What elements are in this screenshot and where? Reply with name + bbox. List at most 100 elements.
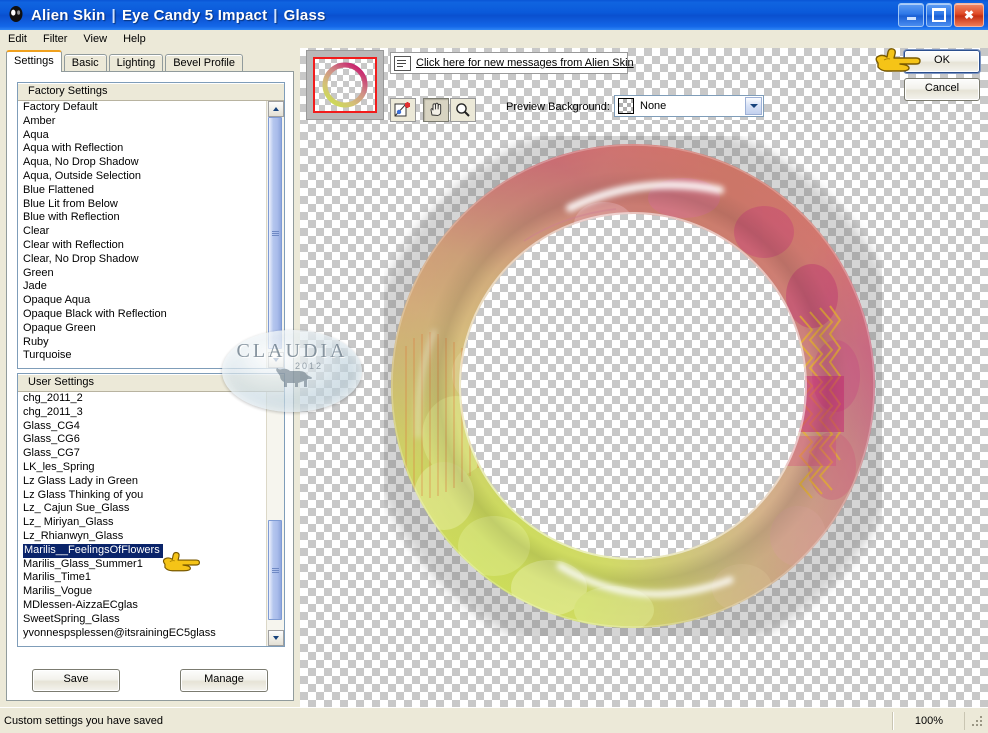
list-item[interactable]: Aqua — [18, 129, 267, 143]
preview-toolbar — [390, 98, 477, 122]
tab-settings[interactable]: Settings — [6, 50, 62, 72]
list-item[interactable]: Opaque Black with Reflection — [18, 308, 267, 322]
list-item[interactable]: Opaque Aqua — [18, 294, 267, 308]
list-item[interactable]: Amber — [18, 115, 267, 129]
list-item[interactable]: Clear with Reflection — [18, 239, 267, 253]
factory-settings-items[interactable]: Factory Default Amber Aqua Aqua with Ref… — [18, 101, 267, 368]
minimize-icon — [906, 17, 916, 20]
chevron-down-icon — [272, 636, 279, 640]
list-item[interactable]: chg_2011_2 — [18, 392, 267, 406]
list-item[interactable]: Aqua, Outside Selection — [18, 170, 267, 184]
user-settings-items[interactable]: chg_2011_2 chg_2011_3 Glass_CG4 Glass_CG… — [18, 392, 267, 646]
edit-image-tool-button[interactable] — [390, 98, 416, 122]
hand-icon — [430, 102, 442, 116]
title-bar: Alien Skin | Eye Candy 5 Impact | Glass ✖ — [0, 0, 988, 31]
list-item[interactable]: Lz Glass Thinking of you — [18, 489, 267, 503]
combo-dropdown-button[interactable] — [745, 97, 762, 115]
scroll-track[interactable] — [267, 117, 284, 352]
preview-background-combo[interactable]: None — [614, 95, 764, 117]
maximize-button[interactable] — [926, 3, 952, 27]
list-item[interactable]: Jade — [18, 280, 267, 294]
scroll-track[interactable] — [267, 392, 284, 630]
list-item[interactable]: MDlessen-AizzaECglas — [18, 599, 267, 613]
list-item[interactable]: Ruby — [18, 336, 267, 350]
grip-icon — [271, 230, 279, 237]
list-item[interactable]: Glass_CG6 — [18, 433, 267, 447]
pan-hand-tool-button[interactable] — [423, 98, 449, 122]
chevron-down-icon — [272, 358, 279, 362]
list-item[interactable]: Factory Default — [18, 101, 267, 115]
menu-item-filter[interactable]: Filter — [35, 32, 75, 46]
tab-basic[interactable]: Basic — [63, 54, 107, 72]
glass-ring-preview — [363, 124, 911, 666]
manage-button[interactable]: Manage — [180, 669, 268, 692]
list-item[interactable]: Clear, No Drop Shadow — [18, 253, 267, 267]
list-item[interactable]: yvonnespsplessen@itsrainingEC5glass — [18, 627, 267, 641]
list-item[interactable]: Glass_CG7 — [18, 447, 267, 461]
factory-settings-scrollbar[interactable] — [266, 101, 284, 368]
application-window: Alien Skin | Eye Candy 5 Impact | Glass ✖ Ed… — [0, 0, 988, 733]
edit-image-icon — [394, 102, 410, 117]
magnifier-icon — [456, 103, 470, 117]
transparent-swatch-icon — [618, 98, 634, 114]
list-item[interactable]: Marilis_Vogue — [18, 585, 267, 599]
list-item-selected[interactable]: Marilis__FeelingsOfFlowers — [23, 543, 163, 558]
list-item[interactable]: Turquoise — [18, 349, 267, 363]
list-item[interactable]: Opaque Green — [18, 322, 267, 336]
scroll-up-button[interactable] — [267, 101, 284, 117]
message-link-text[interactable]: Click here for new messages from Alien S… — [416, 57, 634, 69]
list-item[interactable]: chg_2011_3 — [18, 406, 267, 420]
status-zoom-level: 100% — [893, 711, 965, 730]
title-part-effect: Glass — [283, 6, 326, 24]
list-item[interactable]: Marilis_Glass_Summer1 — [18, 558, 267, 572]
list-item[interactable]: Glass_CG4 — [18, 420, 267, 434]
grip-icon — [271, 567, 279, 574]
list-item[interactable]: Blue Lit from Below — [18, 198, 267, 212]
cancel-button[interactable]: Cancel — [904, 78, 980, 101]
list-item[interactable]: SweetSpring_Glass — [18, 613, 267, 627]
list-item[interactable]: LK_les_Spring — [18, 461, 267, 475]
tab-lighting[interactable]: Lighting — [108, 54, 164, 72]
scroll-down-button[interactable] — [267, 352, 284, 368]
list-item[interactable]: Blue with Reflection — [18, 211, 267, 225]
list-item[interactable]: Green — [18, 267, 267, 281]
list-item[interactable]: Lz_ Miriyan_Glass — [18, 516, 267, 530]
menu-item-view[interactable]: View — [75, 32, 115, 46]
preview-background-value: None — [640, 100, 667, 112]
scroll-thumb[interactable] — [268, 117, 282, 349]
tab-bevel-profile[interactable]: Bevel Profile — [165, 54, 243, 72]
list-item-selected-wrapper[interactable]: Marilis__FeelingsOfFlowers — [18, 543, 267, 558]
save-button[interactable]: Save — [32, 669, 120, 692]
minimize-button[interactable] — [898, 3, 924, 27]
user-settings-scrollbar[interactable] — [266, 392, 284, 646]
menu-item-help[interactable]: Help — [115, 32, 154, 46]
preview-background-label: Preview Background: — [506, 101, 610, 113]
alien-head-icon — [5, 4, 27, 26]
alien-skin-message-bar[interactable]: Click here for new messages from Alien S… — [390, 52, 634, 74]
preview-canvas[interactable] — [300, 124, 988, 708]
title-separator-1: | — [111, 6, 116, 24]
list-item[interactable]: Blue Flattened — [18, 184, 267, 198]
list-item[interactable]: Marilis_Time1 — [18, 571, 267, 585]
close-button[interactable]: ✖ — [954, 3, 984, 27]
list-item[interactable]: Aqua with Reflection — [18, 142, 267, 156]
message-envelope-icon — [394, 55, 411, 71]
settings-tab-page: Factory Settings Factory Default Amber A… — [6, 71, 294, 701]
list-item[interactable]: Lz_ Cajun Sue_Glass — [18, 502, 267, 516]
list-item[interactable]: Aqua, No Drop Shadow — [18, 156, 267, 170]
scroll-down-button[interactable] — [267, 630, 284, 646]
list-item[interactable]: Lz_Rhianwyn_Glass — [18, 530, 267, 544]
settings-panel: Settings Basic Lighting Bevel Profile Fa… — [0, 48, 300, 708]
list-item[interactable]: Clear — [18, 225, 267, 239]
thumbnail-preview[interactable] — [306, 50, 384, 120]
ok-button[interactable]: OK — [904, 50, 980, 73]
factory-settings-listbox[interactable]: Factory Settings Factory Default Amber A… — [17, 82, 285, 369]
list-item[interactable]: Lz Glass Lady in Green — [18, 475, 267, 489]
chevron-down-icon — [749, 104, 758, 108]
user-settings-listbox[interactable]: User Settings chg_2011_2 chg_2011_3 Glas… — [17, 373, 285, 647]
resize-grip-icon[interactable] — [969, 713, 985, 729]
zoom-magnifier-tool-button[interactable] — [450, 98, 476, 122]
status-bar: Custom settings you have saved 100% — [0, 707, 988, 733]
menu-item-edit[interactable]: Edit — [0, 32, 35, 46]
scroll-thumb[interactable] — [268, 520, 282, 620]
